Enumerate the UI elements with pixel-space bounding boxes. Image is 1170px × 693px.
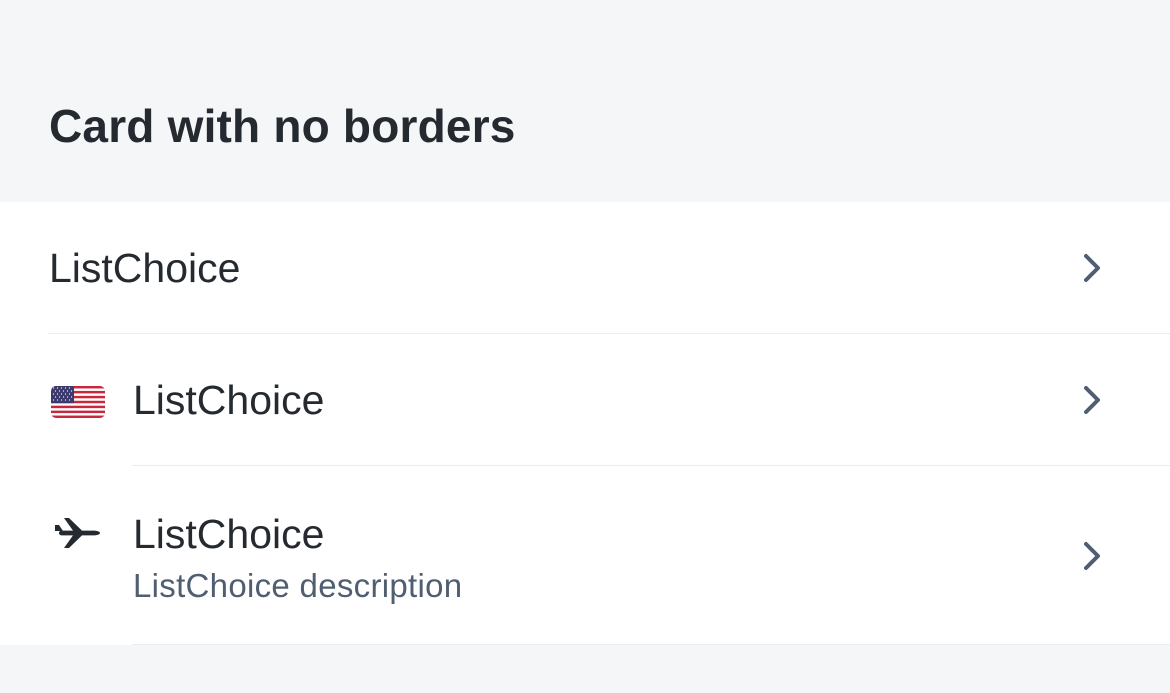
airplane-icon (55, 518, 100, 548)
list-choice-3[interactable]: ListChoice ListChoice description (0, 466, 1170, 645)
list-choice-1[interactable]: ListChoice (0, 202, 1170, 334)
page: Card with no borders ListChoice ListChoi… (0, 0, 1170, 693)
list-choice-title: ListChoice (133, 377, 325, 423)
list-choice-title: ListChoice (133, 511, 325, 557)
list-choice-description: ListChoice description (133, 567, 463, 604)
list-choice-title: ListChoice (49, 245, 241, 291)
us-flag-icon (51, 386, 105, 418)
chevron-right-icon (1084, 386, 1100, 414)
list-choice-2[interactable]: ListChoice (0, 334, 1170, 466)
chevron-right-icon (1084, 254, 1100, 282)
divider (132, 644, 1170, 645)
chevron-right-icon (1084, 542, 1100, 570)
list-card: ListChoice ListChoice ListChoice ListCho… (0, 202, 1170, 645)
section-title: Card with no borders (49, 100, 516, 152)
